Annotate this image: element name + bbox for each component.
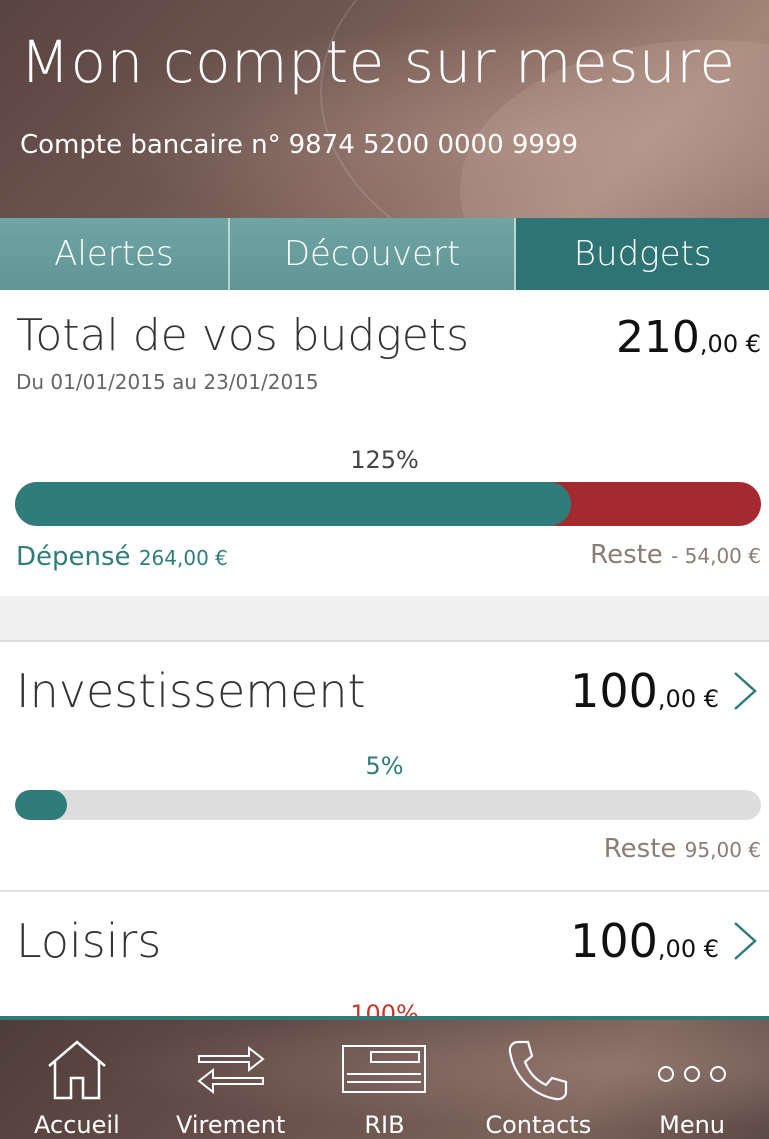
- nav-rib[interactable]: RIB: [308, 1020, 462, 1139]
- budget-rest-label: Reste: [603, 834, 677, 864]
- tab-decouvert[interactable]: Découvert: [229, 218, 517, 290]
- budget-percent-label: 5%: [365, 752, 404, 780]
- tab-budgets[interactable]: Budgets: [516, 218, 769, 290]
- more-dots-icon: [658, 1066, 727, 1082]
- budget-row-investissement[interactable]: Investissement 100,00 € 5% Reste 95,00 €: [0, 642, 769, 890]
- bottom-navigation: Accueil Virement RIB Contacts Menu: [0, 1016, 769, 1139]
- account-label: Compte bancaire n°: [20, 130, 281, 160]
- rest-amount: - 54,00 €: [671, 544, 761, 568]
- budget-amount-decimals: ,00 €: [657, 935, 719, 963]
- budget-rest-amount: 95,00 €: [684, 838, 761, 862]
- transfer-icon: [197, 1045, 265, 1094]
- budget-percent-label: 100%: [350, 1000, 419, 1016]
- total-budget-card: Total de vos budgets 210,00 € Du 01/01/2…: [0, 290, 769, 596]
- tab-bar: Alertes Découvert Budgets: [0, 218, 769, 290]
- home-icon: [48, 1040, 106, 1100]
- rib-card-icon: [342, 1045, 427, 1093]
- budget-name: Loisirs: [16, 914, 162, 968]
- budget-period: Du 01/01/2015 au 23/01/2015: [16, 370, 319, 394]
- total-percent-label: 125%: [350, 446, 419, 474]
- total-progress-fill: [15, 482, 571, 526]
- budget-progress-bar: [15, 790, 761, 820]
- nav-contacts[interactable]: Contacts: [461, 1020, 615, 1139]
- header: Mon compte sur mesure Compte bancaire n°…: [0, 0, 769, 218]
- total-amount-decimals: ,00 €: [699, 330, 761, 358]
- phone-icon: [509, 1040, 568, 1101]
- budget-amount: 100,00 €: [570, 664, 719, 718]
- spent-label: Dépensé: [16, 542, 131, 572]
- budget-rest-summary: Reste 95,00 €: [604, 834, 761, 864]
- rest-summary: Reste - 54,00 €: [590, 540, 761, 570]
- budget-amount-decimals: ,00 €: [657, 685, 719, 713]
- budget-amount: 100,00 €: [570, 914, 719, 968]
- account-number: 9874 5200 0000 9999: [288, 130, 579, 160]
- budget-amount-integer: 100: [570, 914, 658, 968]
- nav-accueil[interactable]: Accueil: [0, 1020, 154, 1139]
- total-budget-title: Total de vos budgets: [16, 310, 469, 361]
- page-title: Mon compte sur mesure: [20, 28, 736, 96]
- budget-name: Investissement: [16, 664, 366, 718]
- spent-amount: 264,00 €: [138, 546, 228, 570]
- nav-virement[interactable]: Virement: [154, 1020, 308, 1139]
- section-separator: [0, 596, 769, 642]
- budget-amount-integer: 100: [570, 664, 658, 718]
- total-amount-integer: 210: [615, 312, 700, 363]
- nav-menu[interactable]: Menu: [615, 1020, 769, 1139]
- budget-row-loisirs[interactable]: Loisirs 100,00 € 100%: [0, 892, 769, 1016]
- account-number-line: Compte bancaire n° 9874 5200 0000 9999: [20, 130, 578, 160]
- rest-label: Reste: [590, 540, 663, 570]
- budget-progress-fill: [15, 790, 68, 820]
- total-budget-amount: 210,00 €: [616, 312, 761, 363]
- tab-alertes[interactable]: Alertes: [0, 218, 230, 290]
- total-progress-bar: [15, 482, 761, 526]
- chevron-right-icon[interactable]: [731, 920, 759, 962]
- spent-summary: Dépensé 264,00 €: [16, 542, 228, 572]
- chevron-right-icon[interactable]: [731, 670, 759, 712]
